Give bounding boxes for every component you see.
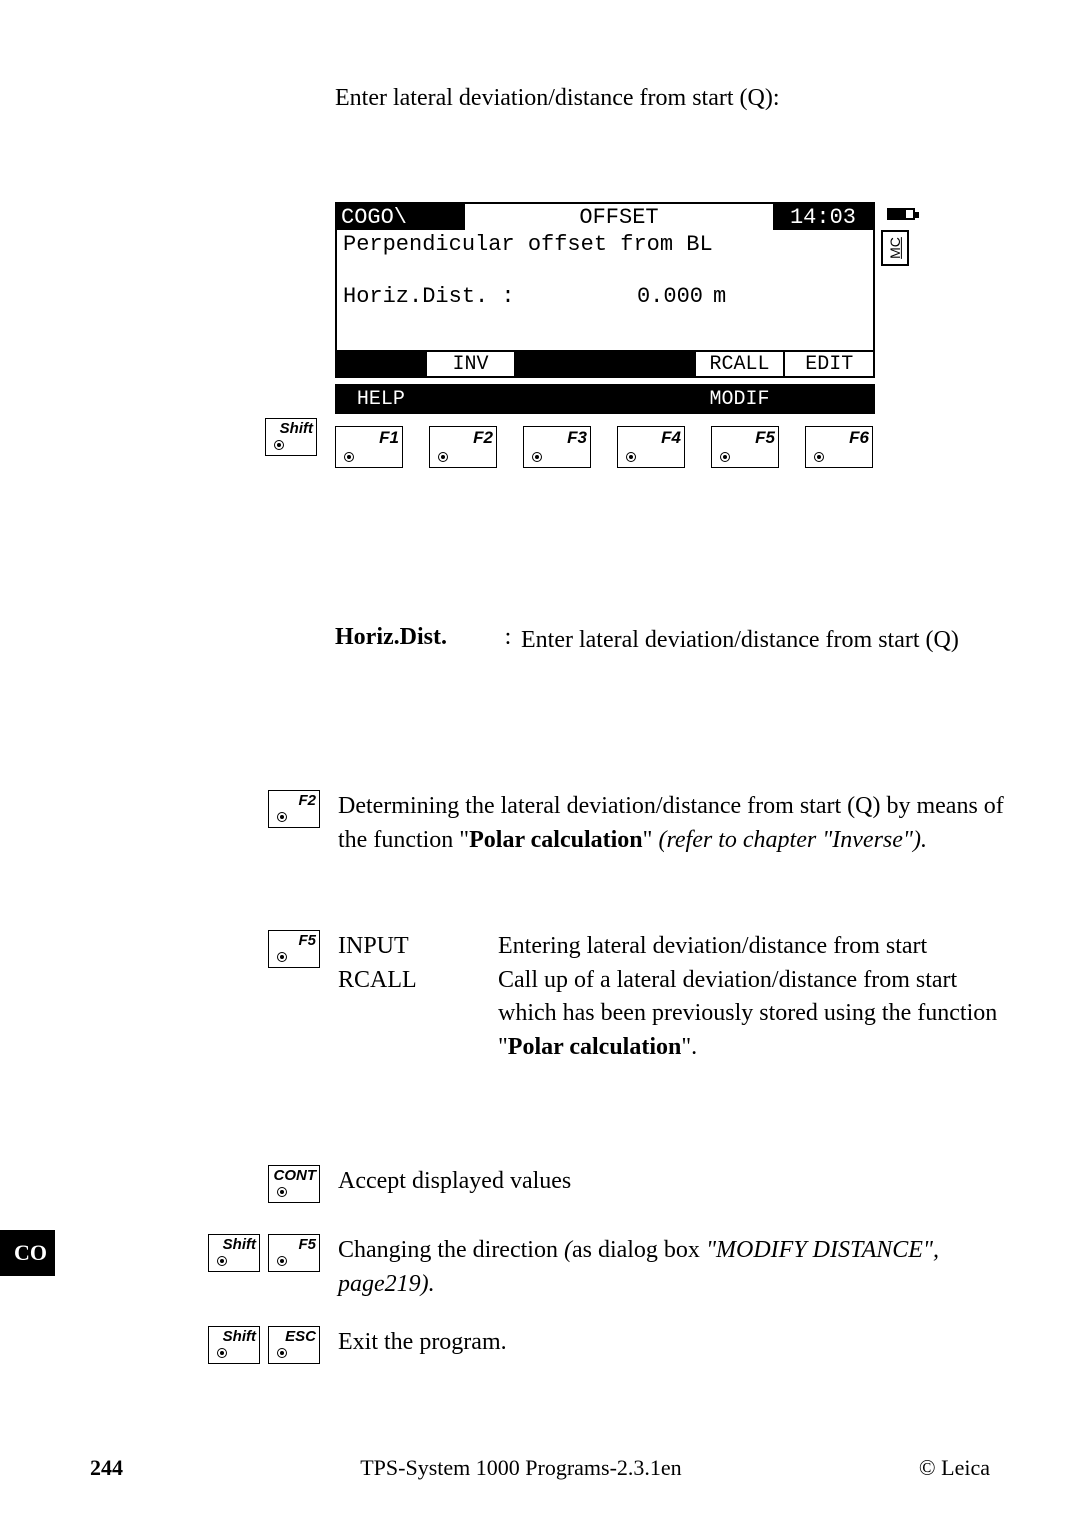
f5-input-term: INPUT xyxy=(338,930,498,964)
fkey-row: F1 F2 F3 F4 F5 F6 xyxy=(335,426,875,468)
softkey-f4[interactable] xyxy=(606,352,696,376)
horiz-colon: : xyxy=(495,624,521,657)
explain-cont-text: Accept displayed values xyxy=(338,1165,1020,1203)
shift-softkey-f6[interactable] xyxy=(785,386,873,412)
horiz-dist-definition: Horiz.Dist. : Enter lateral deviation/di… xyxy=(335,624,1015,657)
f5-rcall-term: RCALL xyxy=(338,964,498,1065)
lcd-field-value: 0.000 xyxy=(553,284,713,306)
lcd-time: 14:03 xyxy=(773,204,873,230)
horiz-term: Horiz.Dist. xyxy=(335,624,495,657)
page-footer: 244 TPS-System 1000 Programs-2.3.1en © L… xyxy=(90,1455,990,1481)
lcd-breadcrumb: COGO\ xyxy=(337,204,465,230)
shift-softkey-f5[interactable]: MODIF xyxy=(696,386,786,412)
lcd-subtitle: Perpendicular offset from BL xyxy=(337,230,873,282)
softkey-f6[interactable]: EDIT xyxy=(785,352,873,376)
explain-shift-esc-text: Exit the program. xyxy=(338,1326,1020,1364)
f5-rcall-def: Call up of a lateral deviation/distance … xyxy=(498,964,1020,1065)
explain-shift-f5-text: Changing the direction (as dialog box "M… xyxy=(338,1234,1020,1301)
f4-key[interactable]: F4 xyxy=(617,426,685,468)
softkey-f3[interactable] xyxy=(516,352,606,376)
lcd-field-unit: m xyxy=(713,284,743,306)
mc-badge: MC xyxy=(881,230,909,266)
horiz-def-text: Enter lateral deviation/distance from st… xyxy=(521,624,1015,657)
explain-f2: F2 Determining the lateral deviation/dis… xyxy=(200,790,1020,857)
f5-key-inline-2[interactable]: F5 xyxy=(268,1234,320,1272)
f2-key[interactable]: F2 xyxy=(429,426,497,468)
softkey-f5[interactable]: RCALL xyxy=(696,352,786,376)
shift-key-inline-2[interactable]: Shift xyxy=(208,1326,260,1364)
footer-copyright: © Leica xyxy=(919,1455,990,1481)
f5-key[interactable]: F5 xyxy=(711,426,779,468)
f5-input-def: Entering lateral deviation/distance from… xyxy=(498,930,1020,964)
battery-icon xyxy=(887,208,915,220)
explain-f2-text: Determining the lateral deviation/distan… xyxy=(338,790,1020,857)
shift-softkey-f2[interactable] xyxy=(427,386,517,412)
lcd-mode: OFFSET xyxy=(465,204,773,230)
cont-key[interactable]: CONT xyxy=(268,1165,320,1203)
page-title: Enter lateral deviation/distance from st… xyxy=(335,85,1035,112)
explain-f5-text: INPUT Entering lateral deviation/distanc… xyxy=(338,930,1020,1064)
shift-key-inline-1[interactable]: Shift xyxy=(208,1234,260,1272)
explain-cont: CONT Accept displayed values xyxy=(200,1165,1020,1203)
explain-shift-f5: Shift F5 Changing the direction (as dial… xyxy=(200,1234,1020,1301)
lcd-field-row: Horiz.Dist. : 0.000 m xyxy=(337,282,873,308)
page-number: 244 xyxy=(90,1455,123,1481)
shift-softkey-f3[interactable] xyxy=(516,386,606,412)
softkey-f2[interactable]: INV xyxy=(427,352,517,376)
explain-shift-esc: Shift ESC Exit the program. xyxy=(200,1326,1020,1364)
section-tab: CO xyxy=(0,1230,55,1276)
f6-key[interactable]: F6 xyxy=(805,426,873,468)
f3-key[interactable]: F3 xyxy=(523,426,591,468)
lcd-field-label: Horiz.Dist. : xyxy=(343,284,553,306)
f5-key-inline[interactable]: F5 xyxy=(268,930,320,968)
footer-title: TPS-System 1000 Programs-2.3.1en xyxy=(360,1455,681,1481)
lcd-screen: MC COGO\ OFFSET 14:03 Perpendicular offs… xyxy=(335,202,875,378)
f2-key-inline[interactable]: F2 xyxy=(268,790,320,828)
explain-f5: F5 INPUT Entering lateral deviation/dist… xyxy=(200,930,1020,1064)
shift-softkey-f1[interactable]: HELP xyxy=(337,386,427,412)
softkey-f1[interactable] xyxy=(337,352,427,376)
shift-softkey-f4[interactable] xyxy=(606,386,696,412)
shift-key[interactable]: Shift xyxy=(265,418,317,456)
softkey-row-main: INV RCALL EDIT xyxy=(337,350,873,376)
f1-key[interactable]: F1 xyxy=(335,426,403,468)
device-figure: MC COGO\ OFFSET 14:03 Perpendicular offs… xyxy=(265,202,853,468)
softkey-row-shift: HELP MODIF xyxy=(337,386,873,412)
esc-key[interactable]: ESC xyxy=(268,1326,320,1364)
